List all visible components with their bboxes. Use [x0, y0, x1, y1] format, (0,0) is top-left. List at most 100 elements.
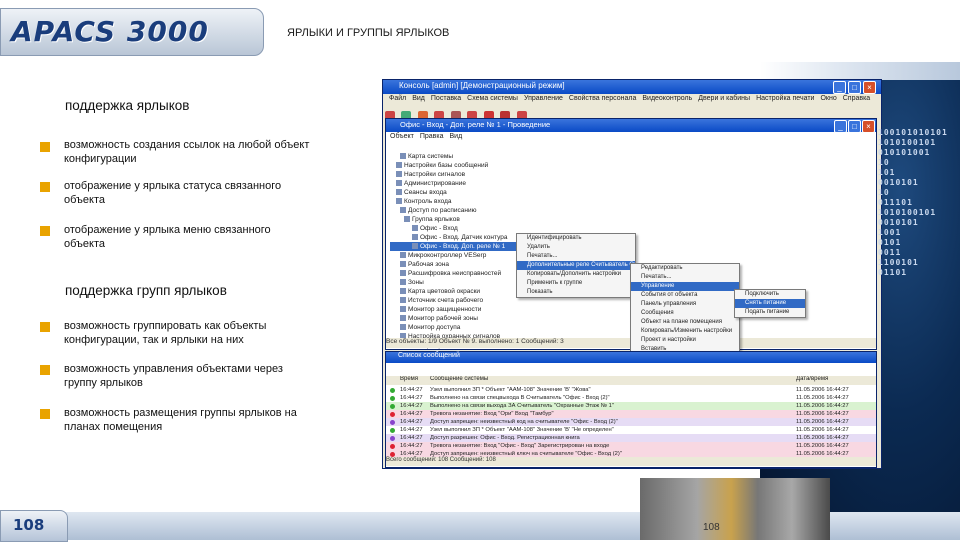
menu-item[interactable]: Схема системы	[467, 95, 518, 102]
context-item[interactable]: Подать питание	[735, 308, 805, 317]
console-menubar: Файл Вид Поставка Схема системы Управление Св…	[383, 95, 881, 107]
minimize-icon[interactable]: _	[833, 81, 846, 94]
column-header-time[interactable]: Время	[400, 376, 418, 382]
status-icon	[390, 396, 395, 401]
menu-item[interactable]: Поставка	[431, 95, 461, 102]
logo-text: APACS 3000	[11, 15, 209, 48]
menu-item[interactable]: Справка	[843, 95, 870, 102]
menu-item[interactable]: Двери и кабины	[698, 95, 750, 102]
column-header-date[interactable]: Дата/время	[796, 376, 828, 382]
tree-node-icon	[400, 297, 406, 304]
tree-item[interactable]: Монитор защищенности	[390, 305, 560, 314]
binary-text: 1010100101	[878, 138, 937, 147]
menu-item[interactable]: Правка	[420, 133, 444, 140]
menu-item[interactable]: Настройка печати	[756, 95, 814, 102]
tree-item[interactable]: Группа ярлыков	[390, 215, 560, 224]
tree-node-icon	[400, 252, 406, 259]
tree-node-icon	[400, 153, 406, 160]
context-item[interactable]: Копировать/Изменить настройки	[631, 327, 739, 336]
context-item[interactable]: Сообщения	[631, 309, 739, 318]
binary-text: 10	[878, 188, 890, 197]
tree-item-label: Группа ярлыков	[412, 216, 460, 223]
context-item[interactable]: Идентифицировать	[517, 234, 635, 243]
menu-item[interactable]: Видеоконтроль	[642, 95, 692, 102]
binary-text: 1100101	[878, 258, 919, 267]
menu-item[interactable]: Свойства персонала	[569, 95, 636, 102]
context-item[interactable]: Панель управления	[631, 300, 739, 309]
maximize-icon[interactable]: □	[848, 81, 861, 94]
menu-item[interactable]: Вид	[412, 95, 425, 102]
close-icon[interactable]: ×	[862, 120, 875, 133]
tree-node-icon	[400, 324, 406, 331]
tree-item-label: Настройки сигналов	[404, 171, 466, 178]
bullet-icon	[40, 182, 50, 192]
context-menu-control: Подключить Снять питание Подать питание	[734, 289, 806, 318]
binary-text: 10	[878, 158, 890, 167]
tree-node-icon	[396, 198, 402, 205]
tree-item-label: Источник счета рабочего	[408, 297, 484, 304]
binary-text: 011101	[878, 198, 913, 207]
tree-node-icon	[412, 243, 418, 250]
tree-item-label: Офис - Вход	[420, 225, 458, 232]
bullet-text: возможность группировать как объекты кон…	[64, 320, 267, 346]
logo: APACS 3000	[0, 8, 264, 56]
context-item[interactable]: Управление	[631, 282, 739, 291]
status-icon	[390, 444, 395, 449]
menu-item[interactable]: Управление	[524, 95, 563, 102]
context-item[interactable]: Удалить	[517, 243, 635, 252]
binary-text: 0101	[878, 238, 902, 247]
tree-item[interactable]: Доступ по расписанию	[390, 206, 560, 215]
tree-item[interactable]: Карта системы	[390, 152, 560, 161]
tree-item-label: Микроконтроллер VESerp	[408, 252, 487, 259]
binary-text: 0010101	[878, 218, 919, 227]
tree-item[interactable]: Настройки базы сообщений	[390, 161, 560, 170]
context-item[interactable]: Дополнительные реле Считыватель Ок	[517, 261, 635, 270]
menu-item[interactable]: Окно	[820, 95, 836, 102]
context-item[interactable]: Копировать/Дополнить настройки	[517, 270, 635, 279]
tree-item[interactable]: Настройки сигналов	[390, 170, 560, 179]
footer-small-number: 108	[703, 522, 720, 533]
binary-text: 1001	[878, 228, 902, 237]
inner-title: Офис - Вход - Доп. реле № 1 - Проведение	[400, 120, 551, 129]
context-item[interactable]: Снять питание	[735, 299, 805, 308]
tree-item[interactable]: Офис - Вход	[390, 224, 560, 233]
menu-item[interactable]: Файл	[389, 95, 406, 102]
tree-item[interactable]: Монитор доступа	[390, 323, 560, 332]
context-item-edit[interactable]: Редактировать	[631, 264, 739, 273]
column-header-message[interactable]: Сообщение системы	[430, 376, 488, 382]
context-item[interactable]: Подключить	[735, 290, 805, 299]
tree-item-label: Рабочая зона	[408, 261, 449, 268]
tree-item[interactable]: Монитор рабочей зоны	[390, 314, 560, 323]
context-item[interactable]: Проект и настройки	[631, 336, 739, 345]
tree-item-label: Монитор рабочей зоны	[408, 315, 478, 322]
tree-item-label: Расшифровка неисправностей	[408, 270, 502, 277]
context-item-print[interactable]: Печатать...	[631, 273, 739, 282]
bullet-icon	[40, 226, 50, 236]
bullet-text: возможность создания ссылок на любой объ…	[64, 139, 310, 165]
context-item[interactable]: Применить к группе	[517, 279, 635, 288]
page-number-box: 108	[0, 510, 68, 542]
menu-item[interactable]: Вид	[450, 133, 463, 140]
inner-menubar: Объект Правка Вид	[390, 133, 468, 140]
tree-node-icon	[412, 225, 418, 232]
context-menu-shortcut: Идентифицировать Удалить Печатать... Дополн…	[516, 233, 636, 298]
tree-item[interactable]: Контроль входа	[390, 197, 560, 206]
context-item[interactable]: Объект на плане помещения	[631, 318, 739, 327]
context-item[interactable]: Печатать...	[517, 252, 635, 261]
header: APACS 3000 ЯРЛЫКИ И ГРУППЫ ЯРЛЫКОВ	[0, 0, 960, 62]
bullet-icon	[40, 365, 50, 375]
tree-node-icon	[404, 216, 410, 223]
menu-item[interactable]: Объект	[390, 133, 414, 140]
tree-item-label: Сеансы входа	[404, 189, 447, 196]
tree-item[interactable]: Администрирование	[390, 179, 560, 188]
context-item[interactable]: Показать	[517, 288, 635, 297]
minimize-icon[interactable]: _	[834, 120, 847, 133]
tree-item[interactable]: Сеансы входа	[390, 188, 560, 197]
message-list-window: Список сообщений Время Сообщение системы…	[385, 351, 877, 468]
binary-text: 100101010101	[878, 128, 948, 137]
context-item[interactable]: События от объекта	[631, 291, 739, 300]
binary-text: 010101001	[878, 148, 931, 157]
maximize-icon[interactable]: □	[848, 120, 861, 133]
close-icon[interactable]: ×	[863, 81, 876, 94]
footer-photo-strip	[640, 478, 830, 540]
